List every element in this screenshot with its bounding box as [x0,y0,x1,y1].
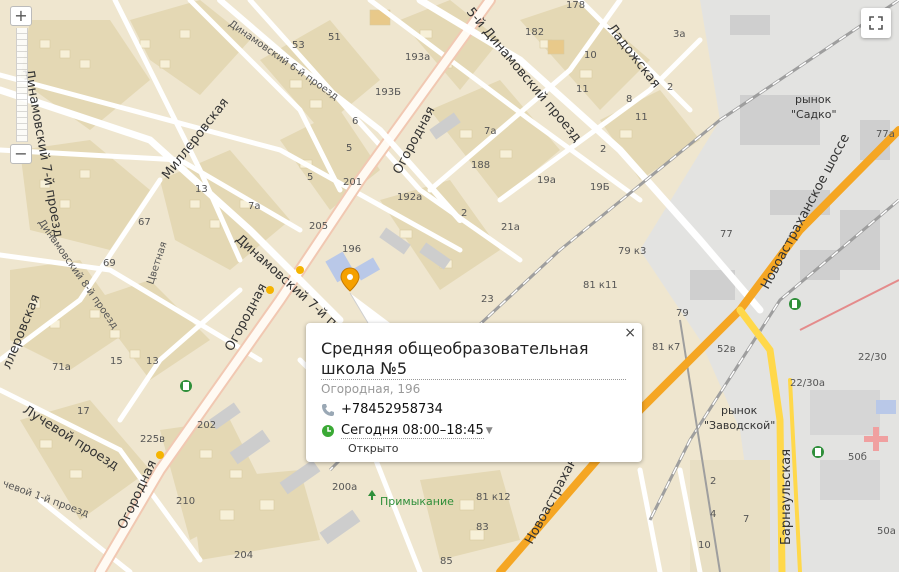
house-number-label: 50а [877,526,896,537]
opening-hours-dropdown[interactable]: Сегодня 08:00–18:45 [341,423,484,439]
poi-primykanie: Примыкание [380,495,454,508]
pharmacy-icon[interactable] [180,380,192,392]
house-number-label: 188 [471,160,490,171]
house-number-label: 85 [440,556,453,567]
house-number-label: 204 [234,550,253,561]
house-number-label: "Садко" [791,108,837,121]
house-number-label: 193Б [375,87,401,98]
zoom-in-button[interactable]: + [10,6,32,26]
house-number-label: 21а [501,222,520,233]
pharmacy-icon-2[interactable] [812,446,824,458]
clock-icon [321,424,337,438]
house-number-label: 2 [710,476,716,487]
house-number-label: 69 [103,258,116,269]
house-number-label: 193а [405,52,430,63]
house-number-label: 51 [328,32,341,43]
house-number-label: 3а [673,29,686,40]
organization-address: Огородная, 196 [321,382,421,396]
house-number-label: 50б [848,452,867,463]
house-number-label: 2 [461,208,467,219]
house-number-label: 19Б [590,182,610,193]
phone-icon [321,403,337,417]
zoom-control: + − [10,6,36,166]
house-number-label: 15 [110,356,123,367]
house-number-label: "Заводской" [704,419,775,432]
house-number-label: 81 к11 [583,280,618,291]
house-number-label: 2 [667,82,673,93]
house-number-label: 201 [343,177,362,188]
house-number-label: 52в [717,344,736,355]
street-barnaulskaya: Барнаульская [779,449,794,545]
zoom-out-button[interactable]: − [10,144,32,164]
house-number-label: 7а [484,126,497,137]
house-number-label: 2 [600,144,606,155]
house-number-label: 22/30 [858,352,887,363]
house-number-label: 10 [584,50,597,61]
house-number-label: 79 [676,308,689,319]
house-number-label: 225в [140,434,165,445]
chevron-down-icon[interactable]: ▼ [486,426,493,436]
house-number-label: 22/30а [790,378,825,389]
expand-icon [869,16,883,30]
house-number-label: 13 [146,356,159,367]
fullscreen-button[interactable] [861,8,891,38]
house-number-label: 11 [576,84,589,95]
poi-rynok-zavodskoy: рынок [721,404,758,417]
house-number-label: 8 [626,94,632,105]
house-number-label: 6 [352,116,358,127]
fuel-station-icon[interactable] [789,298,801,310]
house-number-label: 17 [77,406,90,417]
poi-rynok-sadko: рынок [795,93,832,106]
house-number-label: 210 [176,496,195,507]
house-number-label: 71а [52,362,71,373]
phone-number[interactable]: +78452958734 [341,402,443,417]
house-number-label: 196 [342,244,361,255]
house-number-label: 77а [876,129,895,140]
house-number-label: 10 [698,540,711,551]
house-number-label: 81 к7 [652,342,680,353]
house-number-label: 77 [720,229,733,240]
house-number-label: 13 [195,184,208,195]
zoom-slider[interactable] [16,28,28,142]
house-number-label: 23 [481,294,494,305]
house-number-label: 7 [743,514,749,525]
house-number-label: 83 [476,522,489,533]
house-number-label: 79 к3 [618,246,646,257]
hours-row: Сегодня 08:00–18:45 ▼ [321,423,626,439]
house-number-label: 53 [292,40,305,51]
house-number-label: 81 к12 [476,492,511,503]
house-number-label: 182 [525,27,544,38]
house-number-label: 192а [397,192,422,203]
house-number-label: 19а [537,175,556,186]
house-number-label: 11 [635,112,648,123]
phone-row: +78452958734 [321,402,626,417]
house-number-label: 202 [197,420,216,431]
organization-title[interactable]: Средняя общеобразовательная школа №5 [321,339,626,380]
close-button[interactable]: × [624,326,636,340]
house-number-label: 200а [332,482,357,493]
house-number-label: 205 [309,221,328,232]
house-number-label: 4 [710,509,716,520]
house-number-label: 67 [138,217,151,228]
house-number-label: 5 [346,143,352,154]
house-number-label: 178 [566,0,585,11]
info-balloon: × Средняя общеобразовательная школа №5 О… [306,323,642,462]
map-canvas[interactable]: Динамовский 7-й проезд Динамовский 7-й п… [0,0,899,572]
house-number-label: 5 [307,172,313,183]
house-number-label: 7а [248,201,261,212]
open-status: Открыто [348,442,399,455]
